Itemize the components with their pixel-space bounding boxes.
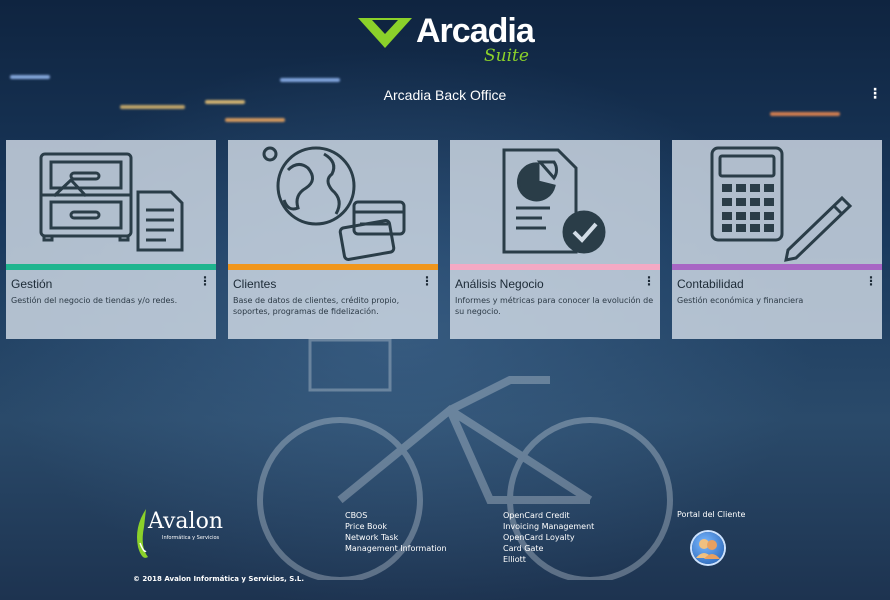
arcadia-logo: Arcadia Suite [358,12,538,70]
globe-cards-icon [262,146,406,261]
cabinet-document-icon [39,152,184,252]
background-light [280,78,340,82]
footer-link-management-information[interactable]: Management Information [345,543,447,554]
footer-links-col2: OpenCard Credit Invoicing Management Ope… [503,510,594,565]
footer-link-price-book[interactable]: Price Book [345,521,447,532]
card-description: Gestión del negocio de tiendas y/o redes… [11,296,178,305]
card-description: Informes y métricas para conocer la evol… [455,296,654,316]
footer-logo-name: Avalon [148,509,223,534]
card-menu-icon[interactable]: ⋮ [865,274,877,288]
card-accent-bar [672,264,882,270]
card-clientes[interactable]: Clientes ⋮ Base de datos de clientes, cr… [228,140,438,339]
copyright-text: © 2018 Avalon Informática y Servicios, S… [133,575,305,583]
card-accent-bar [450,264,660,270]
report-chart-check-icon [502,148,606,254]
card-menu-icon[interactable]: ⋮ [421,274,433,288]
footer-links-col1: CBOS Price Book Network Task Management … [345,510,447,554]
footer-link-cbos[interactable]: CBOS [345,510,447,521]
footer-logo-sub: Informática y Servicios [162,535,220,541]
footer-link-opencard-credit[interactable]: OpenCard Credit [503,510,594,521]
customer-portal-icon[interactable] [692,532,724,564]
card-description: Base de datos de clientes, crédito propi… [233,296,400,316]
background-light [770,112,840,116]
footer-link-elliott[interactable]: Elliott [503,554,594,565]
card-analisis-negocio[interactable]: Análisis Negocio ⋮ Informes y métricas p… [450,140,660,339]
avalon-logo: Avalon Informática y Servicios [132,505,242,565]
kebab-menu-icon[interactable]: ⋮ [868,86,882,102]
card-title: Contabilidad [677,277,744,291]
page-title: Arcadia Back Office [383,87,507,103]
background-light [225,118,285,122]
card-menu-icon[interactable]: ⋮ [199,274,211,288]
portal-del-cliente-link[interactable]: Portal del Cliente [677,510,745,519]
card-description: Gestión económica y financiera [677,296,804,305]
logo-suite: Suite [484,46,529,66]
footer-link-invoicing-management[interactable]: Invoicing Management [503,521,594,532]
card-accent-bar [228,264,438,270]
background-light [120,105,185,109]
card-title: Clientes [233,277,277,291]
card-accent-bar [6,264,216,270]
card-contabilidad[interactable]: Contabilidad ⋮ Gestión económica y finan… [672,140,882,339]
background-light [10,75,50,79]
footer-link-opencard-loyalty[interactable]: OpenCard Loyalty [503,532,594,543]
footer-link-card-gate[interactable]: Card Gate [503,543,594,554]
card-gestion[interactable]: Gestión ⋮ Gestión del negocio de tiendas… [6,140,216,339]
bicycle-background-image [257,338,673,580]
card-title: Gestión [11,277,53,291]
footer-link-network-task[interactable]: Network Task [345,532,447,543]
card-title: Análisis Negocio [455,277,544,291]
calculator-pencil-icon [710,146,853,262]
card-menu-icon[interactable]: ⋮ [643,274,655,288]
